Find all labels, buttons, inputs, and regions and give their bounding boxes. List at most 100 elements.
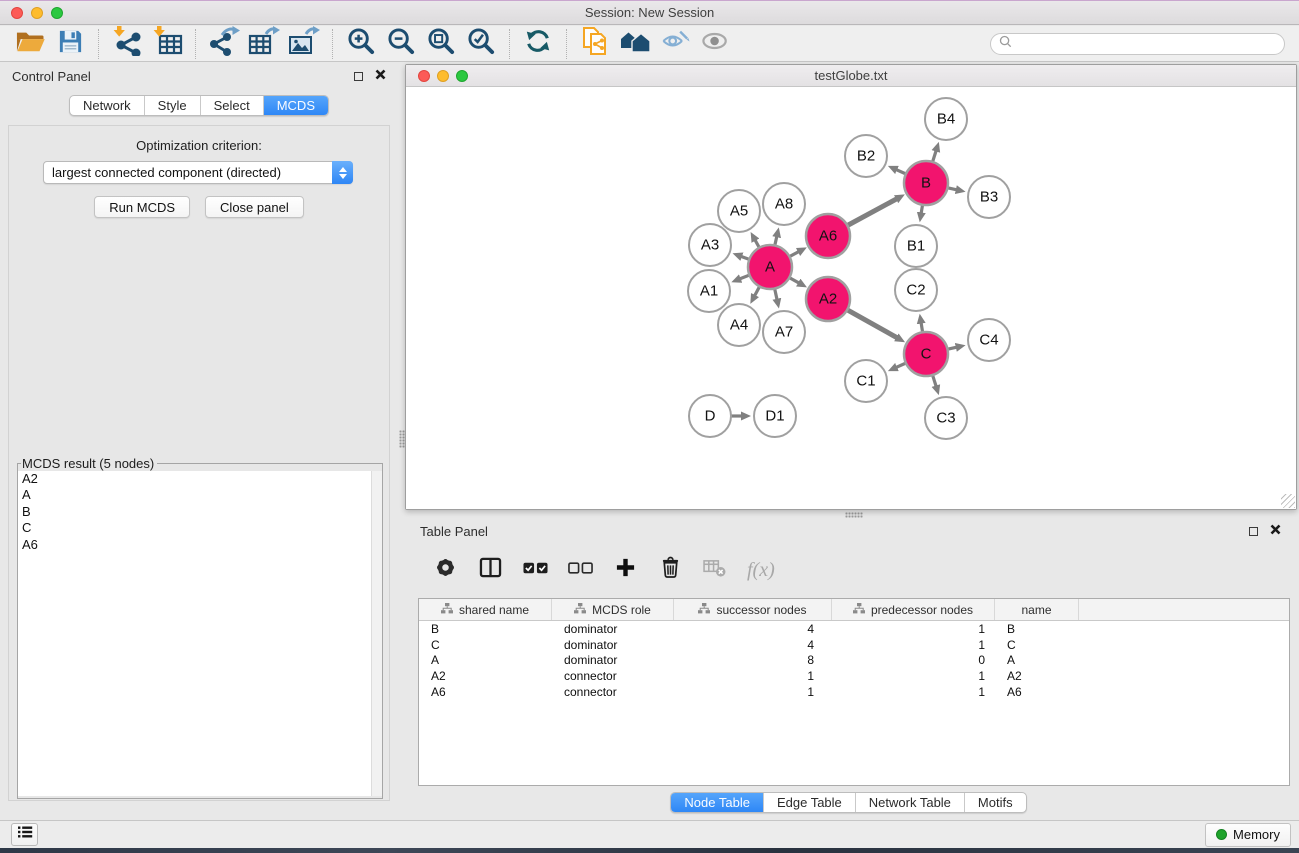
- function-builder-button[interactable]: f(x): [747, 557, 775, 583]
- table-row[interactable]: A6connector11A6: [419, 684, 1289, 700]
- close-icon: [1270, 522, 1281, 540]
- svg-text:A4: A4: [730, 317, 748, 334]
- memory-button[interactable]: Memory: [1205, 823, 1291, 847]
- application-window: Session: New Session: [0, 0, 1299, 853]
- mcds-result-item[interactable]: A6: [18, 537, 382, 553]
- graph-node-A2[interactable]: A2: [806, 277, 850, 321]
- table-cell: dominator: [552, 622, 674, 636]
- mcds-result-group: MCDS result (5 nodes) A2ABCA6: [17, 456, 383, 799]
- graph-node-C[interactable]: C: [904, 332, 948, 376]
- mcds-result-item[interactable]: A2: [18, 471, 382, 487]
- table-row[interactable]: Bdominator41B: [419, 621, 1289, 637]
- delete-column-button[interactable]: [657, 557, 683, 583]
- column-header-shared-name[interactable]: shared name: [419, 599, 552, 620]
- delete-table-button[interactable]: [702, 557, 728, 583]
- svg-text:C2: C2: [906, 282, 925, 299]
- network-canvas[interactable]: B4 B2 B B3 A8A5 A6 B1 A3 A C2 A1 A2 A4 A7 C4 C C1 D D1 C3: [406, 87, 1296, 509]
- save-session-button[interactable]: [50, 28, 90, 60]
- import-network-button[interactable]: [107, 28, 147, 60]
- graph-node-B1[interactable]: B1: [895, 225, 937, 267]
- graph-node-D[interactable]: D: [689, 395, 731, 437]
- run-mcds-button[interactable]: Run MCDS: [94, 196, 190, 218]
- table-close-button[interactable]: [1267, 523, 1283, 539]
- export-image-button[interactable]: [284, 28, 324, 60]
- column-header-successor-nodes[interactable]: successor nodes: [674, 599, 832, 620]
- search-input[interactable]: [1017, 37, 1276, 51]
- show-column-panel-button[interactable]: [477, 557, 503, 583]
- graph-node-A5[interactable]: A5: [718, 190, 760, 232]
- mcds-list-scrollbar[interactable]: [371, 471, 382, 796]
- table-row[interactable]: Adominator80A: [419, 652, 1289, 668]
- zoom-out-button[interactable]: [381, 28, 421, 60]
- toolbar-separator: [332, 29, 333, 59]
- graph-node-D1[interactable]: D1: [754, 395, 796, 437]
- graph-node-B[interactable]: B: [904, 161, 948, 205]
- optimization-criterion-dropdown[interactable]: largest connected component (directed): [43, 161, 353, 184]
- window-resize-grip[interactable]: [1281, 494, 1295, 508]
- graph-node-C1[interactable]: C1: [845, 360, 887, 402]
- close-icon: [375, 67, 386, 85]
- tab-node-table[interactable]: Node Table: [671, 793, 763, 812]
- tab-motifs[interactable]: Motifs: [964, 793, 1026, 812]
- home-button[interactable]: [615, 28, 655, 60]
- hide-details-button[interactable]: [655, 28, 695, 60]
- mcds-result-item[interactable]: A: [18, 487, 382, 503]
- tab-network[interactable]: Network: [70, 96, 144, 115]
- graph-node-A3[interactable]: A3: [689, 224, 731, 266]
- column-header-predecessor-nodes[interactable]: predecessor nodes: [832, 599, 995, 620]
- export-network-button[interactable]: [204, 28, 244, 60]
- float-icon: [1249, 527, 1258, 536]
- graph-node-C2[interactable]: C2: [895, 269, 937, 311]
- tab-select[interactable]: Select: [200, 96, 263, 115]
- zoom-in-icon: [346, 27, 377, 61]
- table-options-button[interactable]: [432, 557, 458, 583]
- tab-style[interactable]: Style: [144, 96, 200, 115]
- mcds-result-list: A2ABCA6: [18, 471, 382, 796]
- task-history-button[interactable]: [11, 823, 38, 846]
- float-panel-button[interactable]: [350, 68, 366, 84]
- table-cell: A: [419, 653, 552, 667]
- select-all-rows-button[interactable]: [522, 557, 548, 583]
- table-cell: C: [995, 638, 1079, 652]
- graph-node-A6[interactable]: A6: [806, 214, 850, 258]
- zoom-selected-button[interactable]: [461, 28, 501, 60]
- graph-node-A1[interactable]: A1: [688, 270, 730, 312]
- refresh-layout-icon: [523, 27, 553, 60]
- table-row[interactable]: Cdominator41C: [419, 637, 1289, 653]
- table-float-button[interactable]: [1245, 523, 1261, 539]
- close-panel-button[interactable]: [372, 68, 388, 84]
- graph-node-B3[interactable]: B3: [968, 176, 1010, 218]
- graph-node-A7[interactable]: A7: [763, 311, 805, 353]
- refresh-layout-button[interactable]: [518, 28, 558, 60]
- tab-edge-table[interactable]: Edge Table: [763, 793, 855, 812]
- open-session-button[interactable]: [10, 28, 50, 60]
- deselect-all-rows-button[interactable]: [567, 557, 593, 583]
- graph-node-A[interactable]: A: [748, 245, 792, 289]
- column-header-name[interactable]: name: [995, 599, 1079, 620]
- graph-node-C3[interactable]: C3: [925, 397, 967, 439]
- table-row[interactable]: A2connector11A2: [419, 668, 1289, 684]
- network-files-button[interactable]: [575, 28, 615, 60]
- tab-mcds[interactable]: MCDS: [263, 96, 328, 115]
- tab-network-table[interactable]: Network Table: [855, 793, 964, 812]
- graph-node-C4[interactable]: C4: [968, 319, 1010, 361]
- mcds-result-item[interactable]: C: [18, 520, 382, 536]
- table-cell: connector: [552, 669, 674, 683]
- export-table-button[interactable]: [244, 28, 284, 60]
- mcds-result-item[interactable]: B: [18, 504, 382, 520]
- show-details-button[interactable]: [695, 28, 735, 60]
- graph-node-B4[interactable]: B4: [925, 98, 967, 140]
- svg-text:C: C: [921, 346, 932, 363]
- import-table-button[interactable]: [147, 28, 187, 60]
- column-header-mcds-role[interactable]: MCDS role: [552, 599, 674, 620]
- graph-node-A8[interactable]: A8: [763, 183, 805, 225]
- graph-node-B2[interactable]: B2: [845, 135, 887, 177]
- add-column-button[interactable]: [612, 557, 638, 583]
- search-field[interactable]: [990, 33, 1285, 55]
- zoom-in-button[interactable]: [341, 28, 381, 60]
- deselect-all-rows-icon: [568, 561, 593, 579]
- graph-node-A4[interactable]: A4: [718, 304, 760, 346]
- svg-text:C4: C4: [979, 332, 998, 349]
- zoom-fit-button[interactable]: [421, 28, 461, 60]
- close-panel-button-mcds[interactable]: Close panel: [205, 196, 304, 218]
